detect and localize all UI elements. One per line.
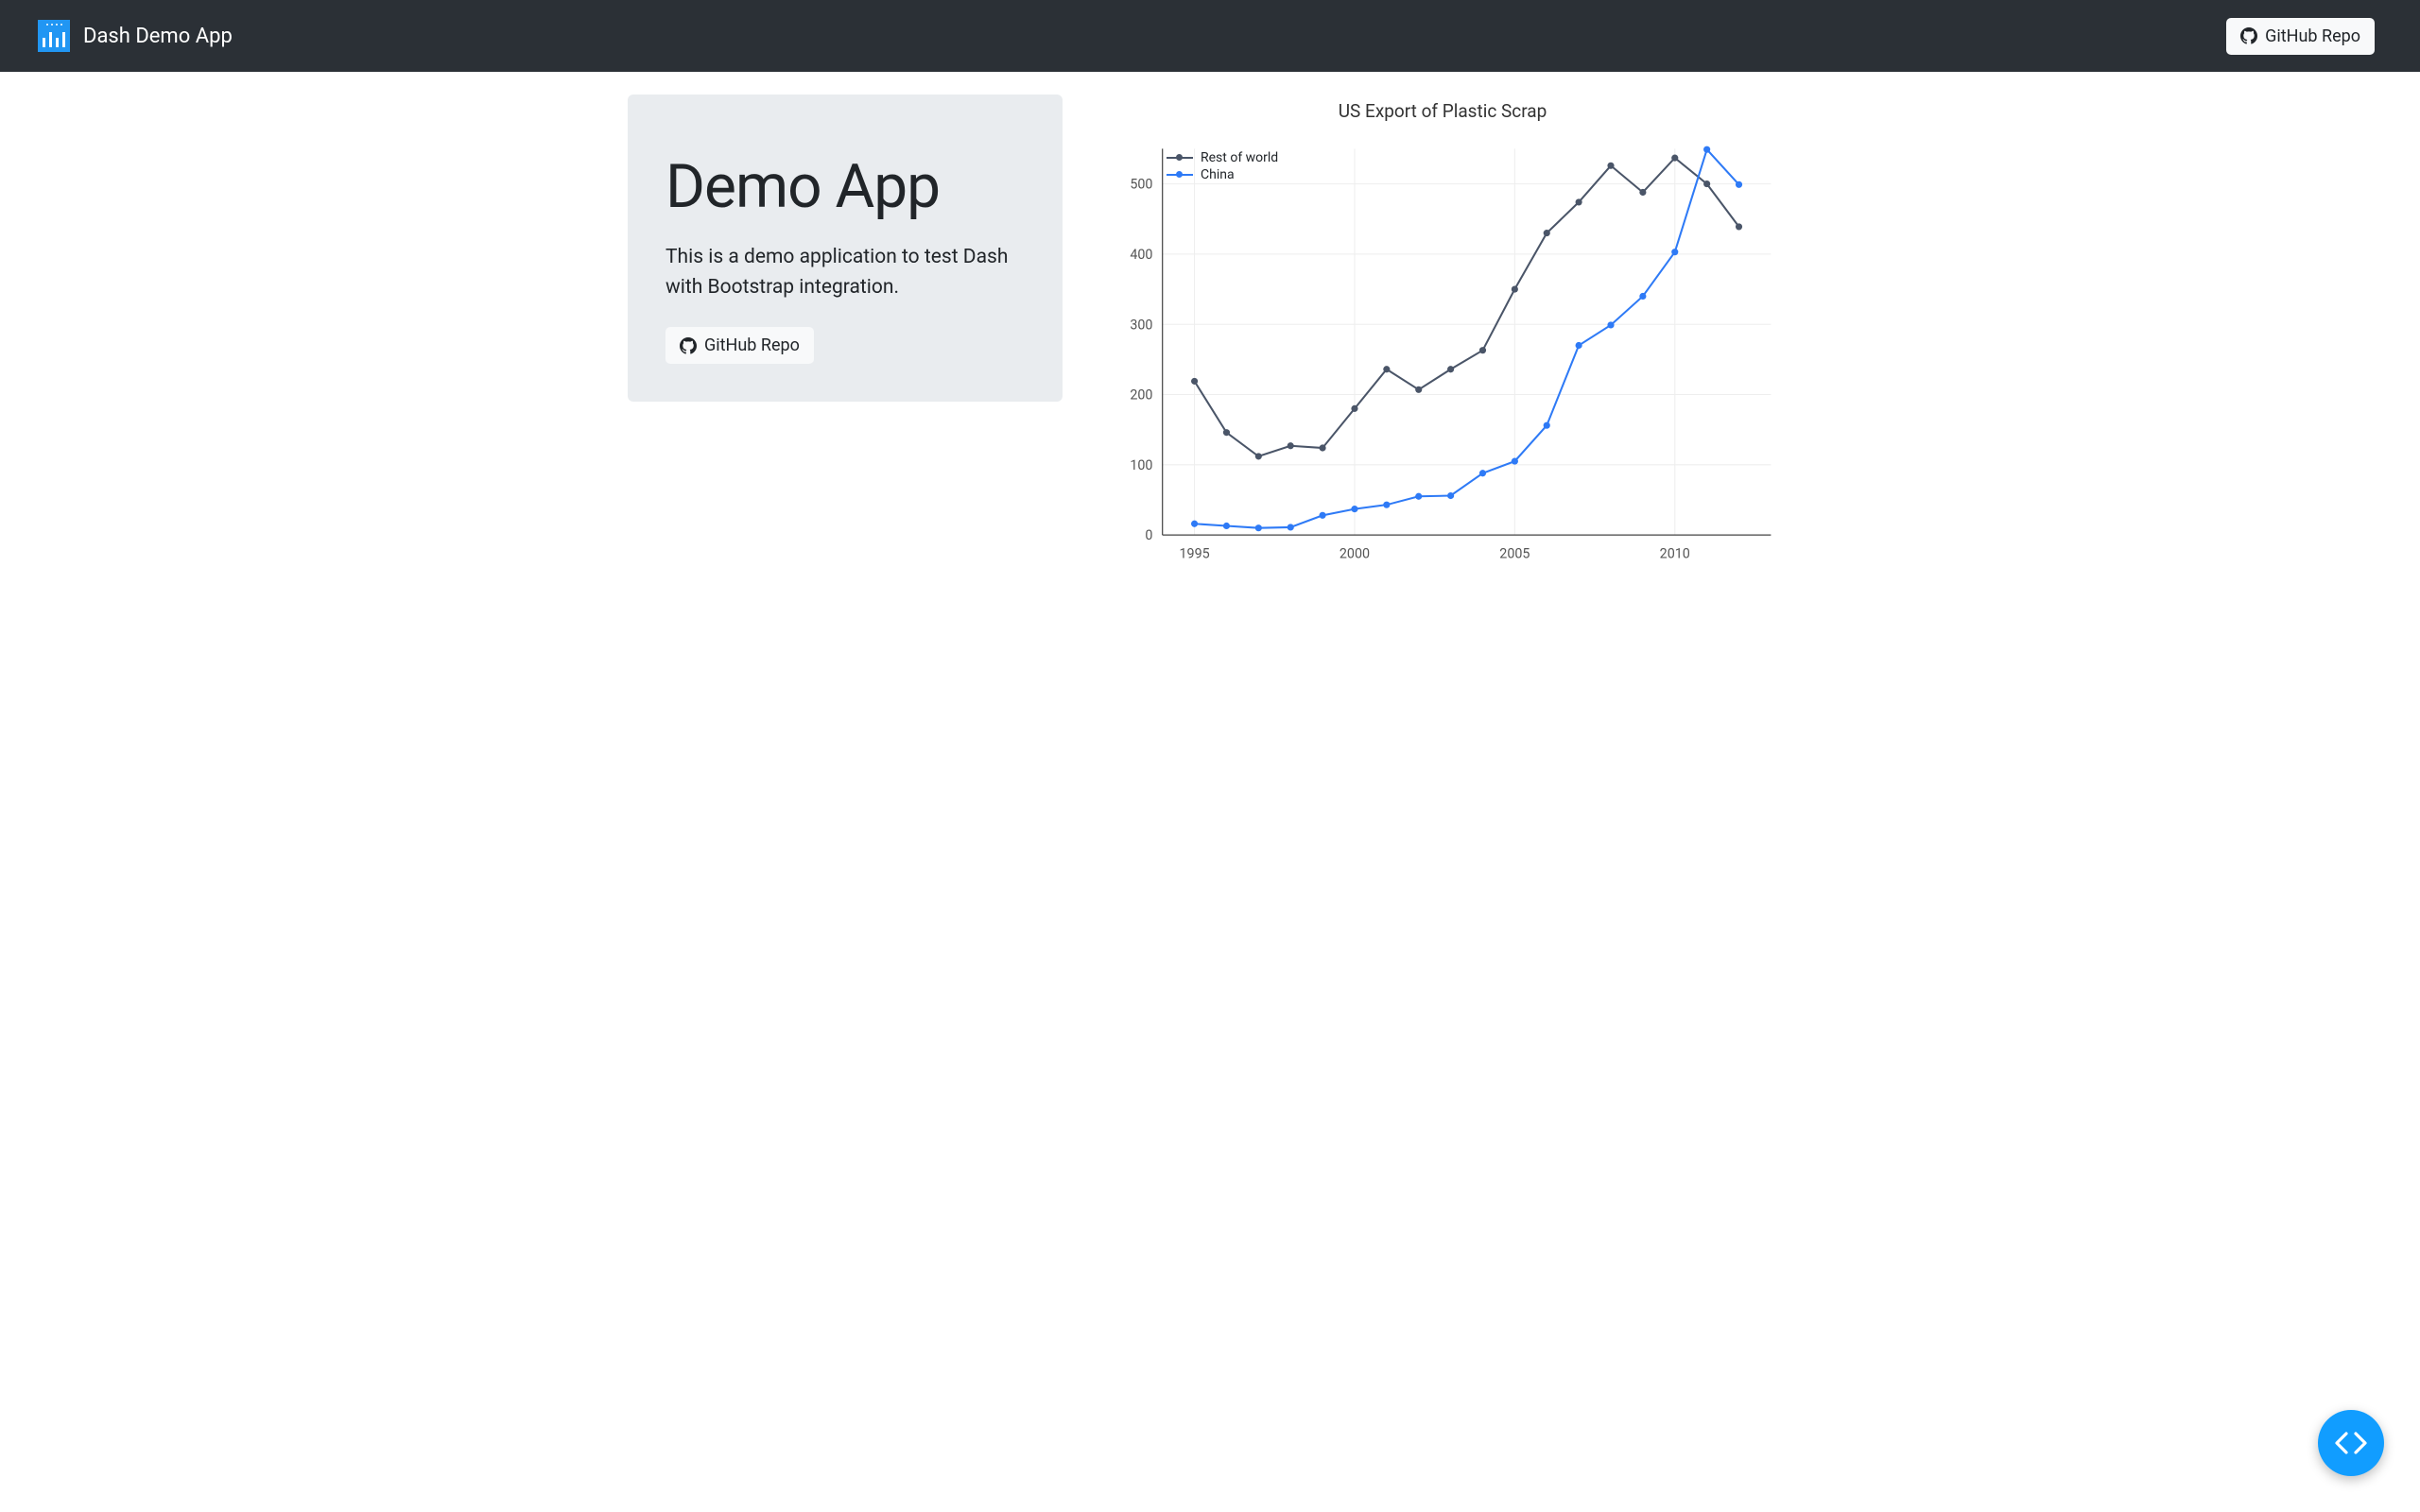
github-icon bbox=[2240, 27, 2257, 44]
chart-panel: US Export of Plastic Scrap 0 100 200 300 400… bbox=[1093, 94, 1792, 574]
dash-debug-fab[interactable] bbox=[2318, 1410, 2384, 1476]
legend-swatch-icon bbox=[1167, 174, 1193, 176]
legend-item[interactable]: China bbox=[1167, 167, 1278, 182]
main-container: Demo App This is a demo application to t… bbox=[605, 72, 1815, 574]
chart-title: US Export of Plastic Scrap bbox=[1093, 100, 1792, 122]
jumbotron-github-button[interactable]: GitHub Repo bbox=[666, 327, 814, 364]
jumbotron-lead: This is a demo application to test Dash … bbox=[666, 243, 1025, 302]
svg-text:0: 0 bbox=[1145, 528, 1152, 543]
navbar: Dash Demo App GitHub Repo bbox=[0, 0, 2420, 72]
svg-text:1995: 1995 bbox=[1180, 547, 1210, 562]
app-title: Dash Demo App bbox=[83, 25, 233, 48]
svg-text:400: 400 bbox=[1130, 248, 1152, 263]
svg-text:300: 300 bbox=[1130, 318, 1152, 333]
chart-legend[interactable]: Rest of world China bbox=[1167, 150, 1278, 184]
svg-text:200: 200 bbox=[1130, 388, 1152, 404]
legend-label: Rest of world bbox=[1201, 150, 1278, 165]
jumbotron: Demo App This is a demo application to t… bbox=[628, 94, 1063, 402]
svg-text:2010: 2010 bbox=[1660, 547, 1690, 562]
navbar-github-button[interactable]: GitHub Repo bbox=[2226, 18, 2375, 55]
navbar-github-label: GitHub Repo bbox=[2265, 26, 2360, 46]
svg-text:100: 100 bbox=[1130, 458, 1152, 473]
code-brackets-icon bbox=[2333, 1430, 2369, 1456]
chart-area[interactable]: 0 100 200 300 400 500 1995 2000 2005 2010 Rest of… bbox=[1093, 129, 1792, 574]
svg-text:2000: 2000 bbox=[1340, 547, 1370, 562]
svg-text:2005: 2005 bbox=[1499, 547, 1530, 562]
legend-swatch-icon bbox=[1167, 157, 1193, 159]
legend-label: China bbox=[1201, 167, 1235, 182]
github-icon bbox=[680, 337, 697, 354]
jumbotron-github-label: GitHub Repo bbox=[704, 335, 800, 355]
legend-item[interactable]: Rest of world bbox=[1167, 150, 1278, 165]
jumbotron-heading: Demo App bbox=[666, 151, 1025, 222]
bar-chart-logo-icon bbox=[38, 20, 70, 52]
svg-text:500: 500 bbox=[1130, 178, 1152, 193]
navbar-brand[interactable]: Dash Demo App bbox=[38, 20, 233, 52]
